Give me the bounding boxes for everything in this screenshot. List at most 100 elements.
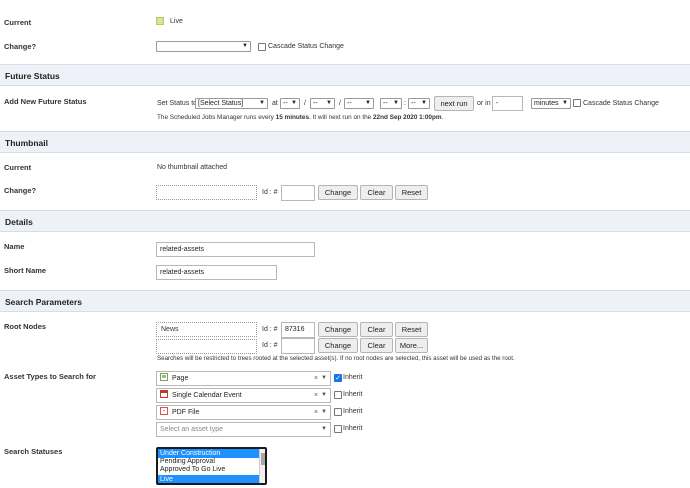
root-change-button-2[interactable]: Change bbox=[318, 338, 358, 353]
inherit-checkbox-page[interactable]: ✓ bbox=[334, 374, 342, 382]
cascade-status-label: Cascade Status Change bbox=[268, 43, 344, 50]
or-in-text: or in bbox=[477, 100, 491, 107]
chevron-down-icon: ▼ bbox=[242, 43, 248, 49]
thumbnail-reset-button[interactable]: Reset bbox=[395, 185, 428, 200]
status-option-approved-to-go-live[interactable]: Approved To Go Live bbox=[158, 466, 259, 474]
scrollbar-thumb[interactable] bbox=[261, 453, 265, 465]
chevron-down-icon: ▼ bbox=[291, 100, 297, 106]
thumbnail-id-input[interactable] bbox=[281, 185, 315, 201]
clear-icon[interactable]: × bbox=[314, 372, 318, 385]
root-node-field-1[interactable]: News bbox=[156, 322, 257, 337]
root-nodes-label: Root Nodes bbox=[4, 322, 47, 331]
root-id-input-2[interactable] bbox=[281, 338, 315, 354]
minute-select[interactable]: -- ▼ bbox=[408, 98, 430, 109]
scheduled-jobs-note: The Scheduled Jobs Manager runs every 15… bbox=[157, 114, 444, 121]
chevron-down-icon[interactable]: ▼ bbox=[321, 389, 327, 402]
name-label: Name bbox=[4, 242, 25, 251]
root-node-field-2[interactable] bbox=[156, 339, 257, 354]
details-header: Details bbox=[0, 210, 690, 232]
root-id-label-1: Id : # bbox=[262, 326, 278, 333]
asset-types-label: Asset Types to Search for bbox=[4, 372, 96, 381]
interval-unit-select[interactable]: minutes ▼ bbox=[531, 98, 571, 109]
time-separator: : bbox=[404, 100, 406, 107]
thumbnail-asset-field[interactable] bbox=[156, 185, 257, 200]
asset-type-select-calendar[interactable]: Single Calendar Event × ▼ bbox=[156, 388, 331, 403]
clear-icon[interactable]: × bbox=[314, 406, 318, 419]
or-in-input[interactable]: - bbox=[492, 96, 523, 111]
search-statuses-label: Search Statuses bbox=[4, 447, 63, 456]
thumbnail-current-value: No thumbnail attached bbox=[157, 164, 228, 171]
root-id-label-2: Id : # bbox=[262, 342, 278, 349]
chevron-down-icon: ▼ bbox=[365, 100, 371, 106]
current-status-value: Live bbox=[170, 18, 183, 25]
thumbnail-current-label: Current bbox=[4, 163, 32, 172]
thumbnail-id-label: Id : # bbox=[262, 189, 278, 196]
pdf-icon: ⬩ bbox=[160, 407, 168, 416]
status-option-pending-approval[interactable]: Pending Approval bbox=[158, 458, 259, 466]
root-change-button-1[interactable]: Change bbox=[318, 322, 358, 337]
asset-type-select-pdf[interactable]: ⬩ PDF File × ▼ bbox=[156, 405, 331, 420]
inherit-label: Inherit bbox=[343, 425, 363, 432]
short-name-input[interactable]: related-assets bbox=[156, 265, 277, 280]
inherit-checkbox-pdf[interactable] bbox=[334, 408, 342, 416]
root-clear-button-1[interactable]: Clear bbox=[360, 322, 393, 337]
day-select[interactable]: -- ▼ bbox=[280, 98, 300, 109]
root-id-input-1[interactable]: 87316 bbox=[281, 322, 315, 338]
asset-type-select-page[interactable]: Page × ▼ bbox=[156, 371, 331, 386]
search-statuses-listbox[interactable]: Under Construction Pending Approval Appr… bbox=[156, 447, 267, 485]
root-more-button[interactable]: More... bbox=[395, 338, 428, 353]
search-parameters-header: Search Parameters bbox=[0, 290, 690, 312]
date-separator: / bbox=[339, 100, 341, 107]
inherit-label: Inherit bbox=[343, 374, 363, 381]
asset-type-select-new[interactable]: Select an asset type ▼ bbox=[156, 422, 331, 437]
thumbnail-change-label: Change? bbox=[4, 186, 37, 195]
cascade-status-checkbox[interactable] bbox=[258, 43, 266, 51]
thumbnail-clear-button[interactable]: Clear bbox=[360, 185, 393, 200]
root-reset-button[interactable]: Reset bbox=[395, 322, 428, 337]
chevron-down-icon: ▼ bbox=[421, 100, 427, 106]
chevron-down-icon: ▼ bbox=[326, 100, 332, 106]
chevron-down-icon[interactable]: ▼ bbox=[321, 423, 327, 436]
section-title: Details bbox=[5, 217, 33, 227]
name-input[interactable]: related-assets bbox=[156, 242, 315, 257]
listbox-scrollbar[interactable] bbox=[259, 449, 265, 483]
future-cascade-checkbox[interactable] bbox=[573, 99, 581, 107]
date-separator: / bbox=[304, 100, 306, 107]
thumbnail-change-button[interactable]: Change bbox=[318, 185, 358, 200]
status-option-under-construction[interactable]: Under Construction bbox=[158, 449, 260, 459]
section-title: Thumbnail bbox=[5, 138, 48, 148]
section-title: Search Parameters bbox=[5, 297, 83, 307]
inherit-checkbox-new[interactable] bbox=[334, 425, 342, 433]
calendar-icon bbox=[160, 390, 168, 399]
chevron-down-icon: ▼ bbox=[259, 100, 265, 106]
add-future-status-label: Add New Future Status bbox=[4, 97, 87, 106]
change-status-select[interactable]: ▼ bbox=[156, 41, 251, 52]
chevron-down-icon[interactable]: ▼ bbox=[321, 372, 327, 385]
set-status-to-text: Set Status to bbox=[157, 100, 198, 107]
hour-select[interactable]: -- ▼ bbox=[380, 98, 402, 109]
future-status-select[interactable]: [Select Status] ▼ bbox=[195, 98, 268, 109]
inherit-checkbox-calendar[interactable] bbox=[334, 391, 342, 399]
live-status-swatch bbox=[156, 17, 164, 25]
current-status-label: Current bbox=[4, 18, 32, 27]
short-name-label: Short Name bbox=[4, 266, 47, 275]
future-status-header: Future Status bbox=[0, 64, 690, 86]
chevron-down-icon: ▼ bbox=[393, 100, 399, 106]
future-cascade-label: Cascade Status Change bbox=[583, 100, 659, 107]
inherit-label: Inherit bbox=[343, 391, 363, 398]
change-status-label: Change? bbox=[4, 42, 37, 51]
inherit-label: Inherit bbox=[343, 408, 363, 415]
clear-icon[interactable]: × bbox=[314, 389, 318, 402]
at-text: at bbox=[272, 100, 278, 107]
root-nodes-note: Searches will be restricted to trees roo… bbox=[157, 355, 515, 362]
status-option-live[interactable]: Live bbox=[158, 475, 259, 483]
chevron-down-icon: ▼ bbox=[562, 100, 568, 106]
thumbnail-header: Thumbnail bbox=[0, 131, 690, 153]
page-icon bbox=[160, 373, 168, 382]
chevron-down-icon[interactable]: ▼ bbox=[321, 406, 327, 419]
section-title: Future Status bbox=[5, 71, 60, 81]
root-clear-button-2[interactable]: Clear bbox=[360, 338, 393, 353]
next-run-button[interactable]: next run bbox=[434, 96, 474, 111]
month-select[interactable]: -- ▼ bbox=[310, 98, 335, 109]
year-select[interactable]: -- ▼ bbox=[344, 98, 374, 109]
